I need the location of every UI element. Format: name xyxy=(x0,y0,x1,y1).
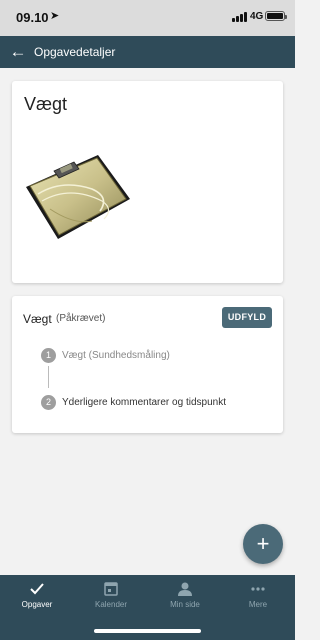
step-number: 2 xyxy=(41,395,56,410)
battery-icon xyxy=(265,11,287,21)
nav-label: Opgaver xyxy=(21,600,53,609)
calendar-icon xyxy=(104,582,118,596)
status-bar: 09.10 ➤ 4G xyxy=(0,0,295,36)
more-dots-icon xyxy=(251,587,265,591)
nav-item-mere[interactable]: Mere xyxy=(221,575,295,615)
task-card: Vægt xyxy=(12,81,283,283)
step-connector xyxy=(48,366,49,388)
nav-item-opgaver[interactable]: Opgaver xyxy=(0,575,74,615)
status-time: 09.10 xyxy=(16,10,49,25)
checkmark-icon xyxy=(30,583,44,595)
location-arrow-icon: ➤ xyxy=(50,10,60,22)
nav-label: Kalender xyxy=(94,600,128,609)
form-card: Vægt (Påkrævet) UDFYLD 1 Vægt (Sundhedsm… xyxy=(12,296,283,433)
home-indicator xyxy=(94,629,201,633)
app-bar: ← Opgavedetaljer xyxy=(0,36,295,68)
network-label: 4G xyxy=(250,11,264,22)
required-label: (Påkrævet) xyxy=(56,313,106,324)
step-label: Vægt (Sundhedsmåling) xyxy=(62,350,170,361)
bathroom-scale-image xyxy=(26,155,130,239)
person-icon xyxy=(178,582,192,596)
signal-icon xyxy=(232,12,248,22)
add-button[interactable]: + xyxy=(243,524,283,564)
back-arrow-icon[interactable]: ← xyxy=(9,42,27,62)
page-title: Opgavedetaljer xyxy=(34,45,116,59)
plus-icon: + xyxy=(256,531,270,556)
task-title: Vægt xyxy=(24,94,68,114)
nav-label: Min side xyxy=(170,600,200,609)
fill-in-button[interactable]: UDFYLD xyxy=(222,307,272,328)
step-number: 1 xyxy=(41,348,56,363)
nav-label: Mere xyxy=(248,600,268,609)
step-label: Yderligere kommentarer og tidspunkt xyxy=(62,397,226,408)
form-title: Vægt xyxy=(23,312,52,326)
nav-item-min-side[interactable]: Min side xyxy=(148,575,222,615)
nav-item-kalender[interactable]: Kalender xyxy=(74,575,148,615)
